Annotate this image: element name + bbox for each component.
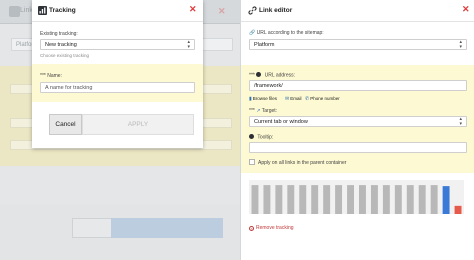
cancel-button[interactable]: Cancel	[49, 114, 82, 135]
globe-icon	[256, 72, 262, 77]
folder-icon: ▮	[249, 96, 252, 102]
email-text: Email	[290, 96, 302, 101]
link-editor-title: Link editor	[259, 7, 293, 14]
background-apply-button	[111, 218, 223, 238]
chart-icon	[38, 6, 47, 15]
phone-link[interactable]: ✆Phone number	[305, 96, 340, 102]
existing-tracking-select[interactable]: New tracking ▴ ▾	[40, 39, 195, 50]
chart-bar	[382, 185, 390, 214]
chart-bar	[454, 205, 462, 214]
target-select[interactable]: Current tab or window ▴ ▾	[249, 116, 467, 127]
chart-bar	[394, 185, 402, 214]
chart-bar	[347, 185, 354, 214]
existing-tracking-hint: Choose existing tracking	[40, 53, 90, 58]
tooltip-label: Tooltip:	[249, 134, 273, 141]
apply-all-label: Apply on all links in the parent contain…	[258, 160, 347, 166]
chart-bar	[406, 185, 414, 214]
required-marker: ***	[249, 72, 255, 79]
chart-bar	[311, 185, 319, 214]
chart-bar	[335, 185, 343, 214]
existing-tracking-value: New tracking	[45, 42, 77, 48]
sitemap-value: Platform	[254, 42, 275, 48]
select-arrows-icon: ▴ ▾	[459, 39, 462, 50]
chart-bar	[323, 185, 331, 214]
required-marker: ***	[249, 108, 255, 114]
target-label: *** ↗ Target:	[249, 108, 277, 114]
tracking-name-input[interactable]: A name for tracking	[40, 82, 195, 93]
target-label-text: Target:	[261, 108, 278, 114]
tracking-dialog-title: Tracking	[49, 7, 76, 14]
name-label: *** Name:	[40, 73, 62, 79]
background-link-icon	[9, 6, 20, 17]
link-editor-header: Link editor ✕	[241, 0, 474, 22]
select-arrows-icon: ▴ ▾	[187, 39, 190, 50]
tooltip-label-text: Tooltip:	[257, 134, 274, 141]
tracking-dialog-header: Tracking ✕	[32, 0, 203, 22]
chart-bar	[299, 185, 307, 214]
phone-text: Phone number	[310, 96, 340, 101]
tracking-dialog: Tracking ✕ Existing tracking: New tracki…	[32, 0, 203, 148]
chart-tick-row	[249, 215, 464, 221]
name-label-text: Name:	[47, 73, 62, 79]
close-icon[interactable]: ✕	[462, 5, 470, 14]
url-input[interactable]: /framework/	[249, 80, 467, 91]
sitemap-label-text: URL according to the sitemap:	[256, 30, 324, 36]
chart-bar	[359, 185, 366, 214]
chart-bar	[442, 186, 450, 214]
chart-bar	[287, 185, 295, 214]
target-value: Current tab or window	[254, 119, 308, 125]
apply-button[interactable]: APPLY	[82, 114, 194, 135]
envelope-icon: ✉	[285, 96, 290, 102]
remove-tracking-link[interactable]: × Remove tracking	[249, 225, 294, 231]
external-link-icon: ↗	[256, 108, 261, 114]
chart-bar	[430, 185, 438, 214]
sitemap-select[interactable]: Platform ▴ ▾	[249, 39, 467, 50]
sitemap-label: 🔗 URL according to the sitemap:	[249, 30, 324, 36]
tracking-chart-svg	[251, 185, 462, 214]
existing-tracking-label: Existing tracking:	[40, 31, 78, 37]
remove-circle-icon: ×	[249, 225, 254, 231]
chart-bar	[370, 185, 378, 214]
apply-all-checkbox[interactable]	[249, 159, 255, 165]
url-label-text: URL address:	[264, 72, 296, 79]
browse-files-link[interactable]: ▮Browse files	[249, 96, 277, 102]
phone-icon: ✆	[305, 96, 310, 102]
background-title: Link	[20, 7, 33, 14]
url-label: *** URL address:	[249, 72, 295, 79]
link-editor-panel: Link editor ✕ 🔗 URL according to the sit…	[240, 0, 474, 260]
chart-bar	[251, 185, 259, 214]
chart-bar	[263, 185, 271, 214]
remove-tracking-text: Remove tracking	[256, 225, 294, 231]
tooltip-input[interactable]	[249, 142, 467, 153]
sitemap-link-icon: 🔗	[249, 30, 256, 36]
select-arrows-icon: ▴ ▾	[459, 116, 462, 127]
required-marker: ***	[40, 73, 46, 79]
email-link[interactable]: ✉Email	[285, 96, 301, 102]
close-icon[interactable]: ✕	[189, 5, 197, 14]
info-icon	[249, 134, 254, 139]
browse-files-text: Browse files	[252, 96, 278, 101]
link-icon	[248, 6, 257, 15]
chart-bar	[418, 185, 426, 214]
background-cancel-button	[72, 218, 112, 238]
tracking-chart	[249, 180, 464, 214]
background-close-icon: ✕	[218, 6, 226, 16]
chart-bar	[275, 185, 283, 214]
